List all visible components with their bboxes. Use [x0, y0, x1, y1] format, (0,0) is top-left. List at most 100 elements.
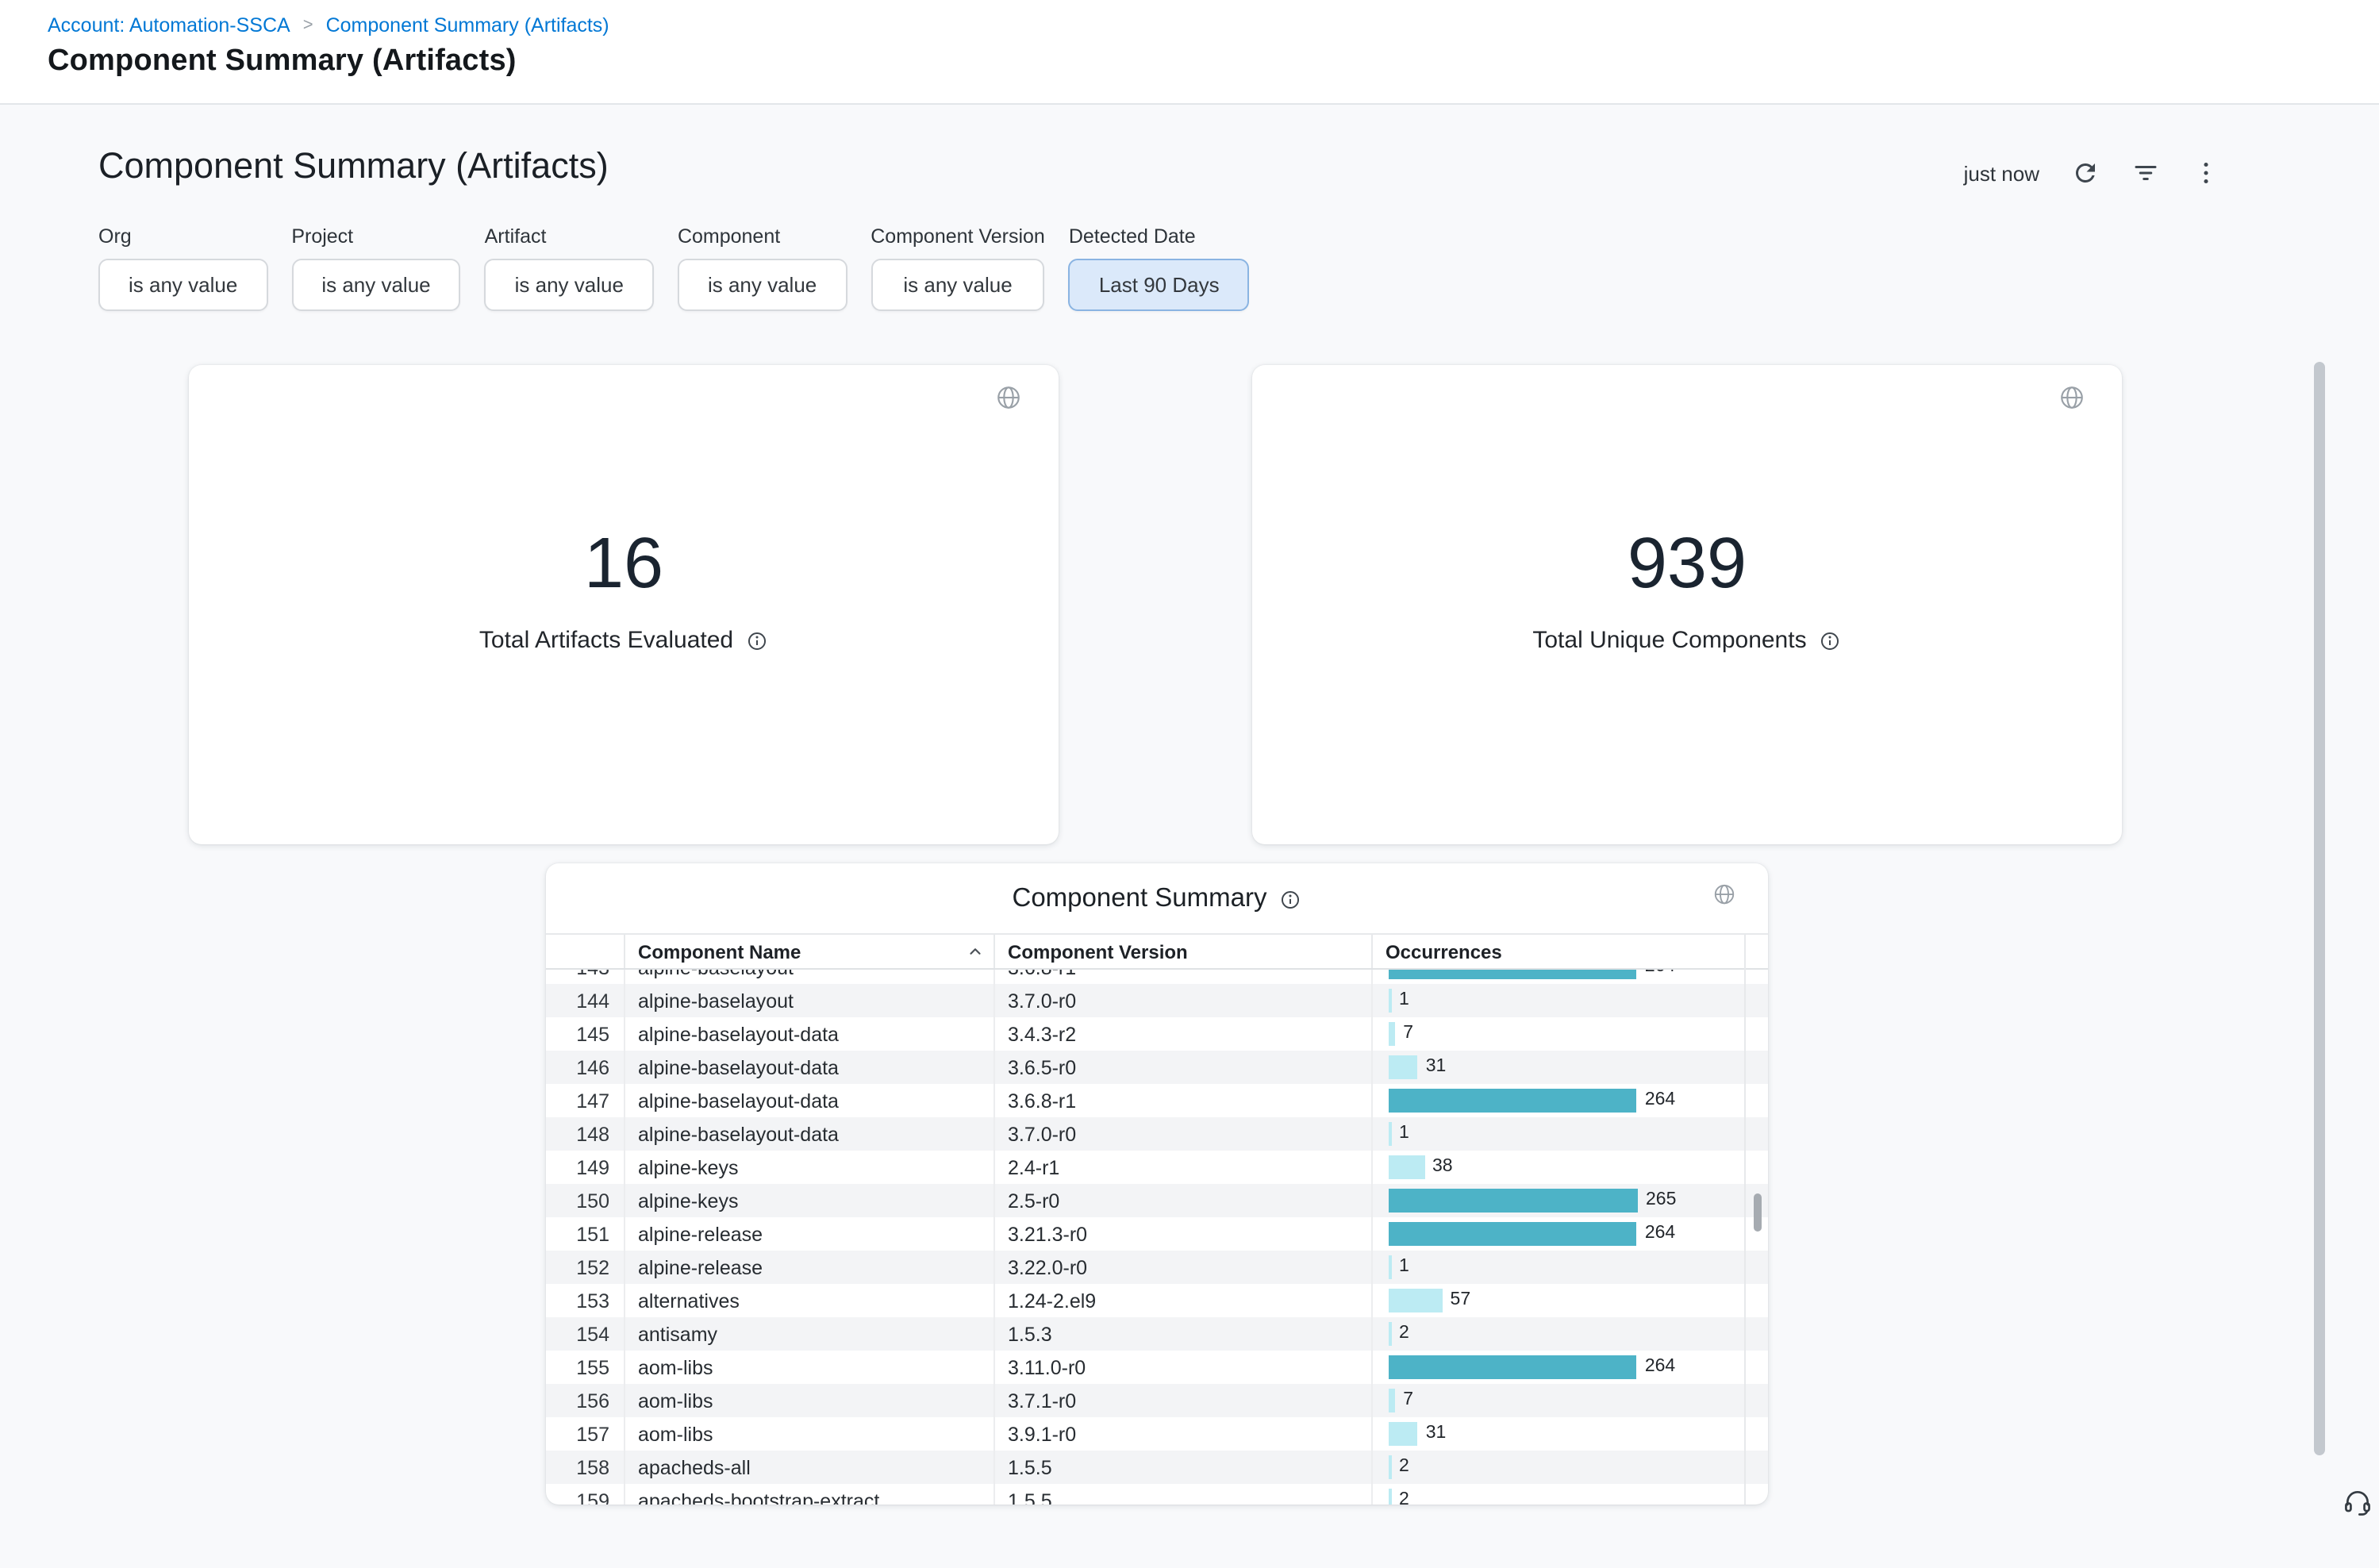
column-header-component-name[interactable]: Component Name	[624, 935, 993, 968]
table-row[interactable]: 159apacheds-bootstrap-extract1.5.52	[546, 1484, 1768, 1505]
occurrence-value: 2	[1399, 1451, 1409, 1484]
occurrence-bar	[1389, 1489, 1391, 1505]
metric-tiles-row: 16 Total Artifacts Evaluated 939	[189, 365, 2122, 844]
occurrence-bar	[1389, 1089, 1637, 1113]
occurrence-bar	[1389, 1189, 1638, 1213]
occurrences-cell: 2	[1371, 1451, 1744, 1484]
row-index-header	[546, 935, 624, 968]
occurrence-bar	[1389, 1155, 1424, 1179]
info-icon[interactable]	[1279, 888, 1301, 910]
row-index: 156	[546, 1384, 624, 1417]
table-row[interactable]: 155aom-libs3.11.0-r0264	[546, 1351, 1768, 1384]
component-version-cell: 3.4.3-r2	[993, 1017, 1371, 1051]
globe-icon[interactable]	[2058, 384, 2085, 411]
occurrence-bar	[1389, 1122, 1391, 1146]
breadcrumb-separator-icon: >	[303, 16, 313, 35]
column-label: Component Name	[638, 940, 801, 963]
table-row[interactable]: 147alpine-baselayout-data3.6.8-r1264	[546, 1084, 1768, 1117]
filter-label-detected-date: Detected Date	[1069, 225, 1250, 248]
occurrence-value: 7	[1403, 1384, 1413, 1417]
dashboard-title: Component Summary (Artifacts)	[98, 146, 609, 187]
row-index: 150	[546, 1184, 624, 1217]
info-icon[interactable]	[746, 630, 768, 652]
component-name-cell: alpine-release	[624, 1251, 993, 1284]
table-row[interactable]: 144alpine-baselayout3.7.0-r01	[546, 984, 1768, 1017]
table-row[interactable]: 146alpine-baselayout-data3.6.5-r031	[546, 1051, 1768, 1084]
table-row[interactable]: 151alpine-release3.21.3-r0 264	[546, 1217, 1768, 1251]
occurrence-value: 1	[1399, 1117, 1409, 1151]
table-row[interactable]: 153alternatives1.24-2.el957	[546, 1284, 1768, 1317]
occurrences-cell: 57	[1371, 1284, 1744, 1317]
row-index: 152	[546, 1251, 624, 1284]
component-name-cell: alpine-release	[624, 1217, 993, 1251]
component-version-cell: 3.11.0-r0	[993, 1351, 1371, 1384]
table-row[interactable]: 152alpine-release3.22.0-r01	[546, 1251, 1768, 1284]
filter-button-detected-date[interactable]: Last 90 Days	[1069, 259, 1250, 311]
occurrences-cell: 7	[1371, 1017, 1744, 1051]
row-index: 148	[546, 1117, 624, 1151]
support-headset-icon[interactable]	[2342, 1487, 2373, 1517]
table-row[interactable]: 149alpine-keys2.4-r138	[546, 1151, 1768, 1184]
filter-button-component-version[interactable]: is any value	[871, 259, 1045, 311]
table-row[interactable]: 150alpine-keys2.5-r0265	[546, 1184, 1768, 1217]
occurrence-bar	[1389, 970, 1637, 979]
column-header-occurrences[interactable]: Occurrences	[1371, 935, 1744, 968]
column-label: Occurrences	[1386, 940, 1502, 963]
component-version-cell: 3.7.0-r0	[993, 1117, 1371, 1151]
filter-label-org: Org	[98, 225, 267, 248]
filter-icon[interactable]	[2131, 159, 2160, 187]
table-row[interactable]: 158apacheds-all1.5.52	[546, 1451, 1768, 1484]
occurrences-cell: 264	[1371, 1351, 1744, 1384]
occurrence-bar	[1389, 989, 1391, 1013]
component-name-cell: alpine-baselayout	[624, 984, 993, 1017]
component-name-cell: antisamy	[624, 1317, 993, 1351]
occurrence-value: 2	[1399, 1484, 1409, 1505]
breadcrumb-page-link[interactable]: Component Summary (Artifacts)	[326, 14, 609, 37]
occurrence-bar	[1389, 1355, 1637, 1379]
table-row[interactable]: 154antisamy1.5.32	[546, 1317, 1768, 1351]
component-name-cell: alpine-baselayout	[624, 970, 993, 984]
metric-content: 16 Total Artifacts Evaluated	[479, 524, 768, 655]
refresh-icon[interactable]	[2071, 159, 2100, 187]
occurrence-value: 31	[1426, 1417, 1447, 1451]
occurrences-cell: 265	[1371, 1184, 1744, 1217]
breadcrumb-account-link[interactable]: Account: Automation-SSCA	[48, 14, 290, 37]
filter-label-project: Project	[291, 225, 460, 248]
table-row[interactable]: 145alpine-baselayout-data3.4.3-r27	[546, 1017, 1768, 1051]
occurrence-value: 264	[1645, 1217, 1675, 1251]
component-version-cell: 2.4-r1	[993, 1151, 1371, 1184]
component-name-cell: alpine-keys	[624, 1184, 993, 1217]
component-version-cell: 3.6.8-r1	[993, 1084, 1371, 1117]
metric-value: 939	[1628, 524, 1747, 602]
column-header-component-version[interactable]: Component Version	[993, 935, 1371, 968]
globe-icon[interactable]	[995, 384, 1022, 411]
page-scrollbar-thumb[interactable]	[2314, 362, 2325, 1455]
filter-button-artifact[interactable]: is any value	[485, 259, 654, 311]
row-index: 145	[546, 1017, 624, 1051]
occurrence-bar	[1389, 1389, 1395, 1412]
component-version-cell: 3.7.0-r0	[993, 984, 1371, 1017]
component-version-cell: 3.22.0-r0	[993, 1251, 1371, 1284]
table-row[interactable]: 148alpine-baselayout-data3.7.0-r01	[546, 1117, 1768, 1151]
component-name-cell: apacheds-all	[624, 1451, 993, 1484]
occurrences-cell: 2	[1371, 1484, 1744, 1505]
sort-asc-icon	[967, 943, 984, 960]
occurrence-value: 38	[1432, 1151, 1453, 1184]
row-index: 151	[546, 1217, 624, 1251]
table-row[interactable]: 143alpine-baselayout3.6.8-r1264	[546, 970, 1768, 984]
table-row[interactable]: 156aom-libs3.7.1-r07	[546, 1384, 1768, 1417]
filter-button-org[interactable]: is any value	[98, 259, 267, 311]
component-version-cell: 1.5.5	[993, 1451, 1371, 1484]
kebab-menu-icon[interactable]	[2192, 159, 2220, 187]
table-body: 143alpine-baselayout3.6.8-r1264144alpine…	[546, 970, 1768, 1505]
filter-button-project[interactable]: is any value	[291, 259, 460, 311]
globe-icon[interactable]	[1712, 882, 1736, 906]
component-version-cell: 3.21.3-r0	[993, 1217, 1371, 1251]
component-name-cell: alpine-keys	[624, 1151, 993, 1184]
component-summary-card: Component Summary Component Name	[546, 863, 1768, 1505]
row-index: 154	[546, 1317, 624, 1351]
info-icon[interactable]	[1820, 630, 1842, 652]
table-scrollbar-thumb[interactable]	[1754, 1193, 1762, 1232]
filter-button-component[interactable]: is any value	[678, 259, 847, 311]
table-row[interactable]: 157aom-libs3.9.1-r031	[546, 1417, 1768, 1451]
